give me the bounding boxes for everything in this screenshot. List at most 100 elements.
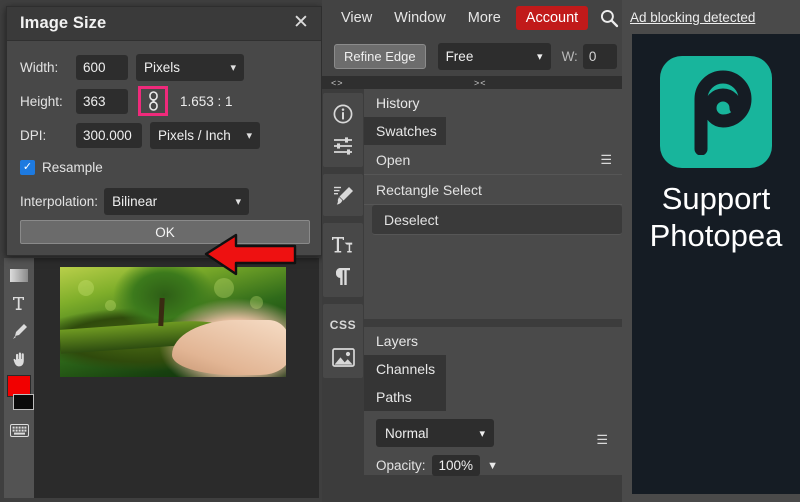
height-input[interactable]: 363 — [76, 89, 128, 114]
interpolation-label: Interpolation: — [20, 194, 98, 209]
tab-layers[interactable]: Layers — [364, 327, 622, 355]
character-icon[interactable] — [326, 228, 360, 260]
support-photopea-ad[interactable]: Support Photopea — [632, 34, 800, 494]
tab-channels[interactable]: Channels — [364, 355, 446, 383]
menubar: View Window More Account — [322, 0, 622, 36]
dialog-body: Width: 600 Pixels ▾ Height: 363 — [7, 41, 321, 244]
height-label: Height: — [20, 94, 76, 109]
text-tool-icon[interactable] — [6, 289, 32, 317]
adblock-notice[interactable]: Ad blocking detected — [622, 0, 800, 34]
width-input[interactable]: 600 — [76, 55, 128, 80]
panel-area: CSS History Swatches Open ☰ — [322, 89, 622, 502]
blend-mode-value: Normal — [385, 426, 429, 441]
interpolation-row: Interpolation: Bilinear ▾ — [20, 186, 308, 216]
rail-group-brush — [323, 174, 363, 216]
paragraph-icon[interactable] — [326, 260, 360, 292]
rail-group-info — [323, 93, 363, 167]
image-size-dialog: Image Size ✕ Width: 600 Pixels ▾ Height:… — [6, 6, 322, 256]
dialog-titlebar: Image Size ✕ — [7, 7, 321, 41]
history-item-label: Rectangle Select — [376, 182, 482, 198]
photopea-logo-icon — [660, 56, 772, 168]
image-icon[interactable] — [326, 341, 360, 373]
resample-label: Resample — [42, 160, 103, 175]
opacity-row: Opacity: 100% ▼ — [376, 455, 622, 476]
menu-item-view[interactable]: View — [330, 7, 383, 29]
aspect-ratio-value: 1.653 : 1 — [180, 94, 233, 109]
menu-item-window[interactable]: Window — [383, 7, 457, 29]
rail-group-type — [323, 223, 363, 297]
background-color-swatch[interactable] — [13, 394, 34, 410]
dpi-unit-select[interactable]: Pixels / Inch ▾ — [150, 122, 260, 149]
history-item-open[interactable]: Open ☰ — [364, 145, 622, 175]
width-unit-select[interactable]: Pixels ▾ — [136, 54, 244, 81]
history-item-label: Open — [376, 152, 410, 168]
tab-swatches[interactable]: Swatches — [364, 117, 446, 145]
blend-mode-select[interactable]: Normal ▾ — [376, 419, 494, 447]
history-item-deselect[interactable]: Deselect — [372, 205, 622, 235]
panel-gap — [364, 319, 622, 327]
dpi-input[interactable]: 300.000 — [76, 123, 142, 148]
canvas-image[interactable] — [60, 267, 286, 377]
interpolation-value: Bilinear — [112, 194, 157, 209]
history-empty-space — [364, 235, 622, 319]
menu-item-more[interactable]: More — [457, 7, 512, 29]
selection-mode-select[interactable]: Free ▾ — [438, 43, 551, 70]
pen-tool-icon[interactable] — [6, 317, 32, 345]
tab-paths[interactable]: Paths — [364, 383, 446, 411]
rail-group-css: CSS — [323, 304, 363, 378]
panel-icon-rail: CSS — [322, 89, 364, 502]
width-field-input[interactable]: 0 — [583, 44, 617, 69]
triangle-down-icon[interactable]: ▼ — [487, 460, 498, 472]
resample-checkbox[interactable]: ✓ — [20, 160, 35, 175]
height-row: Height: 363 1.653 : 1 — [20, 86, 308, 116]
info-icon[interactable] — [326, 98, 360, 130]
width-unit-value: Pixels — [144, 60, 180, 75]
panel-splitter[interactable]: <> >< — [322, 76, 622, 89]
hand-tool-icon[interactable] — [6, 345, 32, 373]
history-item-rectangle-select[interactable]: Rectangle Select — [364, 175, 622, 205]
layers-panel: Layers Channels Paths Normal ▾ ☰ Opacity… — [364, 327, 622, 475]
ad-line-1: Support — [632, 182, 800, 217]
center-column: View Window More Account Refine Edge Fre… — [322, 0, 622, 502]
width-field-label: W: — [562, 49, 578, 64]
adjustments-icon[interactable] — [326, 130, 360, 162]
history-item-label: Deselect — [384, 212, 438, 228]
width-label: Width: — [20, 60, 76, 75]
selection-mode-value: Free — [446, 49, 474, 64]
chevron-down-icon: ▾ — [218, 61, 236, 74]
hamburger-icon[interactable]: ☰ — [600, 153, 612, 166]
photopea-app-window: Image Size ✕ Width: 600 Pixels ▾ Height:… — [0, 0, 800, 502]
dpi-row: DPI: 300.000 Pixels / Inch ▾ — [20, 120, 308, 150]
opacity-label: Opacity: — [376, 458, 426, 473]
annotation-arrow-icon — [203, 229, 299, 277]
ad-panel: Ad blocking detected Support Photopea — [622, 0, 800, 502]
refine-edge-button[interactable]: Refine Edge — [334, 44, 426, 69]
splitter-left-glyph: <> — [331, 78, 344, 88]
chevron-down-icon: ▾ — [234, 129, 252, 142]
opacity-value[interactable]: 100% — [432, 455, 481, 476]
splitter-center-glyph: >< — [474, 78, 487, 88]
history-panel: History Swatches Open ☰ Rectangle Select… — [364, 89, 622, 319]
chevron-down-icon: ▾ — [537, 50, 543, 63]
brush-icon[interactable] — [326, 179, 360, 211]
page-title: Image Size — [20, 14, 106, 33]
left-toolbar — [4, 258, 34, 498]
panels-column: History Swatches Open ☰ Rectangle Select… — [364, 89, 622, 502]
keyboard-icon[interactable] — [6, 416, 32, 444]
search-icon[interactable] — [599, 8, 619, 28]
chain-link-icon[interactable] — [147, 91, 160, 111]
interpolation-select[interactable]: Bilinear ▾ — [104, 188, 249, 215]
options-bar: Refine Edge Free ▾ W: 0 — [322, 36, 622, 76]
dpi-label: DPI: — [20, 128, 76, 143]
layers-menu-icon[interactable]: ☰ — [596, 433, 608, 446]
close-icon[interactable]: ✕ — [289, 12, 313, 36]
gradient-tool-icon[interactable] — [6, 261, 32, 289]
dpi-unit-value: Pixels / Inch — [158, 128, 231, 143]
ad-line-2: Photopea — [632, 219, 800, 254]
resample-row[interactable]: ✓ Resample — [20, 154, 308, 180]
css-icon[interactable]: CSS — [326, 309, 360, 341]
tab-history[interactable]: History — [364, 89, 622, 117]
width-row: Width: 600 Pixels ▾ — [20, 52, 308, 82]
chevron-down-icon: ▾ — [224, 195, 242, 208]
account-button[interactable]: Account — [516, 6, 588, 30]
